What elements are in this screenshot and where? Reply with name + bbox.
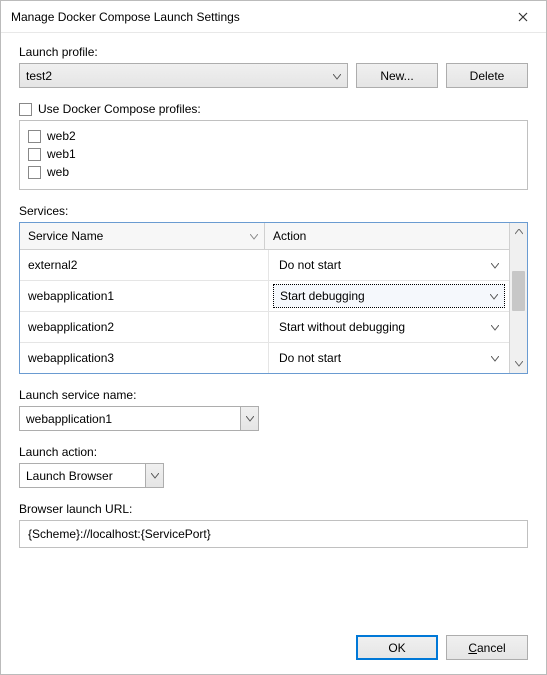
dialog-content: Launch profile: test2 New... Delete Use … [1, 33, 546, 674]
browser-url-group: Browser launch URL: {Scheme}://localhost… [19, 502, 528, 548]
launch-profile-label: Launch profile: [19, 45, 528, 59]
titlebar: Manage Docker Compose Launch Settings [1, 1, 546, 33]
compose-profile-checkbox[interactable] [28, 130, 41, 143]
use-compose-profiles-label: Use Docker Compose profiles: [38, 102, 201, 116]
launch-service-name-label: Launch service name: [19, 388, 528, 402]
service-action-select[interactable]: Do not start [273, 346, 505, 370]
scroll-down-button[interactable] [510, 355, 527, 373]
launch-action-value: Launch Browser [26, 469, 113, 483]
scroll-thumb[interactable] [512, 271, 525, 311]
window-title: Manage Docker Compose Launch Settings [11, 10, 500, 24]
services-scrollbar [509, 223, 527, 373]
launch-action-select[interactable]: Launch Browser [19, 463, 164, 488]
scroll-track[interactable] [510, 241, 527, 355]
launch-service-name-value: webapplication1 [26, 412, 112, 426]
compose-profile-name: web1 [47, 147, 76, 161]
compose-profiles-list: web2 web1 web [19, 120, 528, 190]
service-action-select[interactable]: Do not start [273, 253, 505, 277]
compose-profile-item: web1 [28, 145, 519, 163]
chevron-down-icon [145, 464, 163, 487]
compose-profile-item: web2 [28, 127, 519, 145]
table-row: webapplication1 Start debugging [20, 281, 509, 312]
service-name-cell: webapplication1 [20, 281, 269, 311]
service-action-cell: Start without debugging [269, 312, 509, 342]
close-button[interactable] [500, 1, 546, 33]
launch-service-name-group: Launch service name: webapplication1 [19, 388, 528, 431]
compose-profile-item: web [28, 163, 519, 181]
chevron-down-icon [250, 229, 258, 243]
launch-profile-value: test2 [26, 69, 52, 83]
browser-url-value: {Scheme}://localhost:{ServicePort} [28, 527, 211, 541]
service-name-cell: webapplication3 [20, 343, 269, 373]
dialog-footer: OK Cancel [19, 623, 528, 660]
service-action-cell: Do not start [269, 250, 509, 280]
launch-profile-select[interactable]: test2 [19, 63, 348, 88]
chevron-down-icon [491, 320, 499, 334]
service-action-cell: Do not start [269, 343, 509, 373]
services-table-body: external2 Do not start webapplication1 [20, 250, 509, 373]
services-table-main: Service Name Action external2 Do [20, 223, 509, 373]
chevron-down-icon [490, 289, 498, 303]
use-compose-profiles-row: Use Docker Compose profiles: [19, 102, 528, 116]
ok-button[interactable]: OK [356, 635, 438, 660]
use-compose-profiles-checkbox[interactable] [19, 103, 32, 116]
column-header-service-name[interactable]: Service Name [20, 223, 265, 250]
services-label: Services: [19, 204, 528, 218]
dialog-window: Manage Docker Compose Launch Settings La… [0, 0, 547, 675]
close-icon [518, 12, 528, 22]
table-row: webapplication2 Start without debugging [20, 312, 509, 343]
service-name-cell: webapplication2 [20, 312, 269, 342]
compose-profile-name: web2 [47, 129, 76, 143]
browser-url-label: Browser launch URL: [19, 502, 528, 516]
cancel-button[interactable]: Cancel [446, 635, 528, 660]
chevron-down-icon [491, 258, 499, 272]
services-table-header: Service Name Action [20, 223, 509, 250]
launch-action-group: Launch action: Launch Browser [19, 445, 528, 488]
compose-profile-checkbox[interactable] [28, 166, 41, 179]
table-row: webapplication3 Do not start [20, 343, 509, 373]
column-header-action[interactable]: Action [265, 223, 509, 250]
table-row: external2 Do not start [20, 250, 509, 281]
compose-profile-name: web [47, 165, 69, 179]
service-action-select[interactable]: Start debugging [273, 284, 505, 308]
launch-profile-row: test2 New... Delete [19, 63, 528, 88]
scroll-up-button[interactable] [510, 223, 527, 241]
services-table: Service Name Action external2 Do [19, 222, 528, 374]
compose-profile-checkbox[interactable] [28, 148, 41, 161]
browser-url-input[interactable]: {Scheme}://localhost:{ServicePort} [19, 520, 528, 548]
service-name-cell: external2 [20, 250, 269, 280]
delete-profile-button[interactable]: Delete [446, 63, 528, 88]
chevron-down-icon [240, 407, 258, 430]
launch-service-name-select[interactable]: webapplication1 [19, 406, 259, 431]
launch-action-label: Launch action: [19, 445, 528, 459]
service-action-cell: Start debugging [269, 281, 509, 311]
service-action-select[interactable]: Start without debugging [273, 315, 505, 339]
chevron-down-icon [491, 351, 499, 365]
chevron-down-icon [333, 69, 341, 83]
new-profile-button[interactable]: New... [356, 63, 438, 88]
services-section: Services: Service Name Action [19, 204, 528, 374]
